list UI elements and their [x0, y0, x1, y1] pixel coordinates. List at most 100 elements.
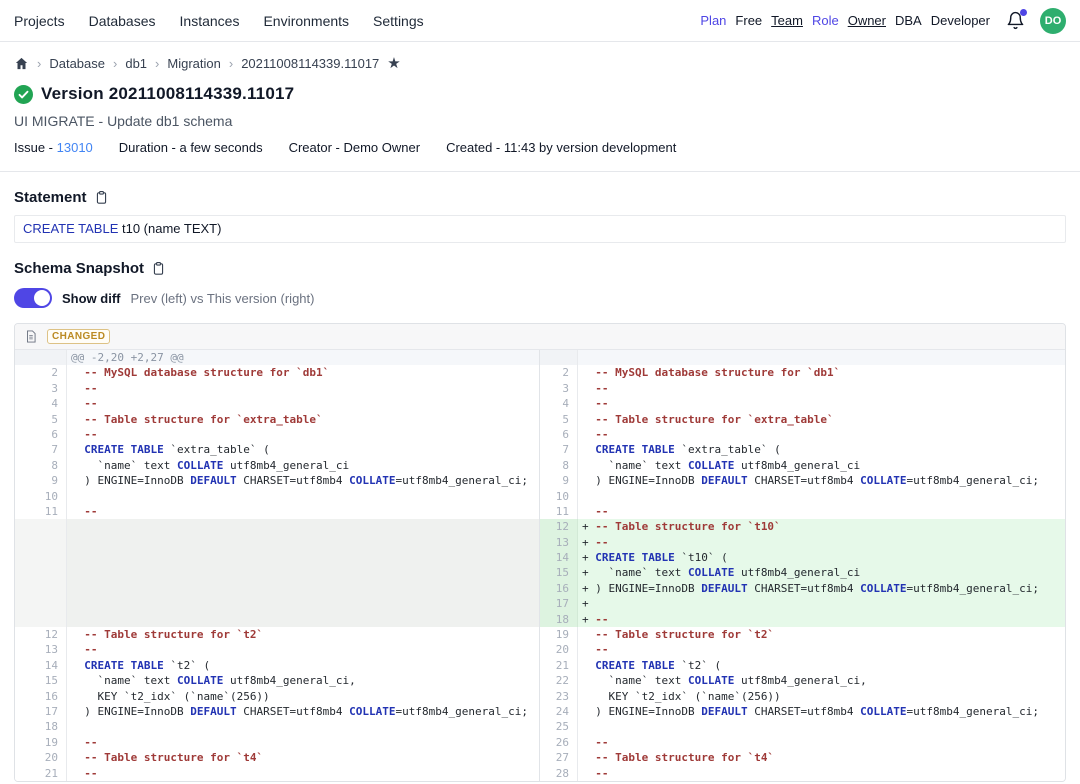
- nav-item-projects[interactable]: Projects: [14, 13, 65, 29]
- line-code: KEY `t2_idx` (`name`(256)): [67, 689, 539, 704]
- line-code: + `name` text COLLATE utf8mb4_general_ci: [578, 565, 1065, 580]
- meta-item: Issue - 13010: [14, 140, 93, 155]
- nav-item-settings[interactable]: Settings: [373, 13, 424, 29]
- breadcrumb-item[interactable]: Database: [49, 56, 105, 71]
- diff-line: [15, 612, 539, 627]
- page-content: ›Database›db1›Migration›20211008114339.1…: [0, 56, 1080, 782]
- line-code: [67, 719, 539, 734]
- breadcrumb-separator-icon: ›: [229, 56, 233, 71]
- line-number: 8: [15, 458, 67, 473]
- line-code: CREATE TABLE `t2` (: [578, 658, 1065, 673]
- line-code: --: [578, 396, 1065, 411]
- copy-schema-icon[interactable]: [151, 261, 166, 276]
- show-diff-label: Show diff: [62, 291, 121, 306]
- line-code: @@ -2,20 +2,27 @@: [67, 350, 539, 365]
- line-number: 9: [15, 473, 67, 488]
- line-number: 9: [540, 473, 578, 488]
- diff-line: 8 `name` text COLLATE utf8mb4_general_ci: [540, 458, 1065, 473]
- breadcrumb-separator-icon: ›: [113, 56, 117, 71]
- line-code: --: [67, 735, 539, 750]
- line-code: [67, 612, 539, 627]
- line-number: 5: [540, 412, 578, 427]
- line-number: 27: [540, 750, 578, 765]
- diff-line: 22 `name` text COLLATE utf8mb4_general_c…: [540, 673, 1065, 688]
- line-number: 14: [15, 658, 67, 673]
- statement-heading-row: Statement: [14, 189, 1066, 206]
- line-code: +: [578, 596, 1065, 611]
- line-code: + -- Table structure for `t10`: [578, 519, 1065, 534]
- nav-right-plan: Plan: [700, 13, 726, 28]
- line-code: --: [67, 427, 539, 442]
- line-number: 3: [540, 381, 578, 396]
- diff-line: 5 -- Table structure for `extra_table`: [15, 412, 539, 427]
- issue-link[interactable]: 13010: [57, 140, 93, 155]
- line-code: [578, 489, 1065, 504]
- line-code: --: [578, 735, 1065, 750]
- diff-line: 11 --: [540, 504, 1065, 519]
- line-number: [15, 535, 67, 550]
- diff-line: 8 `name` text COLLATE utf8mb4_general_ci: [15, 458, 539, 473]
- line-code: -- Table structure for `t4`: [67, 750, 539, 765]
- line-code: --: [67, 504, 539, 519]
- show-diff-toggle[interactable]: [14, 288, 52, 308]
- copy-statement-icon[interactable]: [94, 190, 109, 205]
- home-icon[interactable]: [14, 56, 29, 71]
- line-number: 10: [540, 489, 578, 504]
- diff-line: [15, 519, 539, 534]
- user-avatar[interactable]: DO: [1040, 8, 1066, 34]
- line-number: 18: [15, 719, 67, 734]
- line-code: --: [578, 766, 1065, 781]
- nav-item-instances[interactable]: Instances: [180, 13, 240, 29]
- diff-line: 19 --: [15, 735, 539, 750]
- nav-item-environments[interactable]: Environments: [263, 13, 349, 29]
- nav-right-role: Role: [812, 13, 839, 28]
- version-subtitle: UI MIGRATE - Update db1 schema: [14, 113, 1066, 129]
- line-number: 12: [15, 627, 67, 642]
- line-number: 7: [540, 442, 578, 457]
- line-code: --: [67, 642, 539, 657]
- page-title: Version 20211008114339.11017: [41, 84, 294, 104]
- nav-right-team[interactable]: Team: [771, 13, 803, 28]
- line-code: --: [578, 642, 1065, 657]
- line-number: 2: [540, 365, 578, 380]
- nav-item-databases[interactable]: Databases: [89, 13, 156, 29]
- line-code: CREATE TABLE `t2` (: [67, 658, 539, 673]
- diff-line: 2 -- MySQL database structure for `db1`: [15, 365, 539, 380]
- line-code: CREATE TABLE `extra_table` (: [67, 442, 539, 457]
- line-number: 18: [540, 612, 578, 627]
- diff-line: 9 ) ENGINE=InnoDB DEFAULT CHARSET=utf8mb…: [540, 473, 1065, 488]
- diff-line: 14 CREATE TABLE `t2` (: [15, 658, 539, 673]
- line-code: [67, 581, 539, 596]
- section-divider: [0, 171, 1080, 172]
- diff-line: 18+ --: [540, 612, 1065, 627]
- line-code: [67, 535, 539, 550]
- line-number: 14: [540, 550, 578, 565]
- diff-line: 6 --: [540, 427, 1065, 442]
- diff-line: 21 --: [15, 766, 539, 781]
- line-number: 11: [15, 504, 67, 519]
- diff-line: 13 --: [15, 642, 539, 657]
- statement-sql[interactable]: CREATE TABLE t10 (name TEXT): [14, 215, 1066, 243]
- line-number: [15, 550, 67, 565]
- line-code: --: [67, 396, 539, 411]
- breadcrumb-item[interactable]: Migration: [167, 56, 220, 71]
- diff-line: 4 --: [540, 396, 1065, 411]
- breadcrumb-item[interactable]: 20211008114339.11017: [241, 56, 379, 71]
- line-number: [15, 612, 67, 627]
- diff-line: 4 --: [15, 396, 539, 411]
- notification-bell-icon[interactable]: [1006, 11, 1026, 31]
- diff-line: 3 --: [540, 381, 1065, 396]
- line-code: -- Table structure for `t2`: [578, 627, 1065, 642]
- line-code: `name` text COLLATE utf8mb4_general_ci,: [67, 673, 539, 688]
- nav-right-owner[interactable]: Owner: [848, 13, 886, 28]
- nav-right-free: Free: [735, 13, 762, 28]
- diff-line: 26 --: [540, 735, 1065, 750]
- diff-line: 17+: [540, 596, 1065, 611]
- line-number: 13: [540, 535, 578, 550]
- success-check-icon: [14, 85, 33, 104]
- diff-line: 10: [15, 489, 539, 504]
- line-code: --: [67, 381, 539, 396]
- favorite-star-icon[interactable]: ★: [387, 56, 400, 71]
- breadcrumb-item[interactable]: db1: [125, 56, 147, 71]
- line-number: 12: [540, 519, 578, 534]
